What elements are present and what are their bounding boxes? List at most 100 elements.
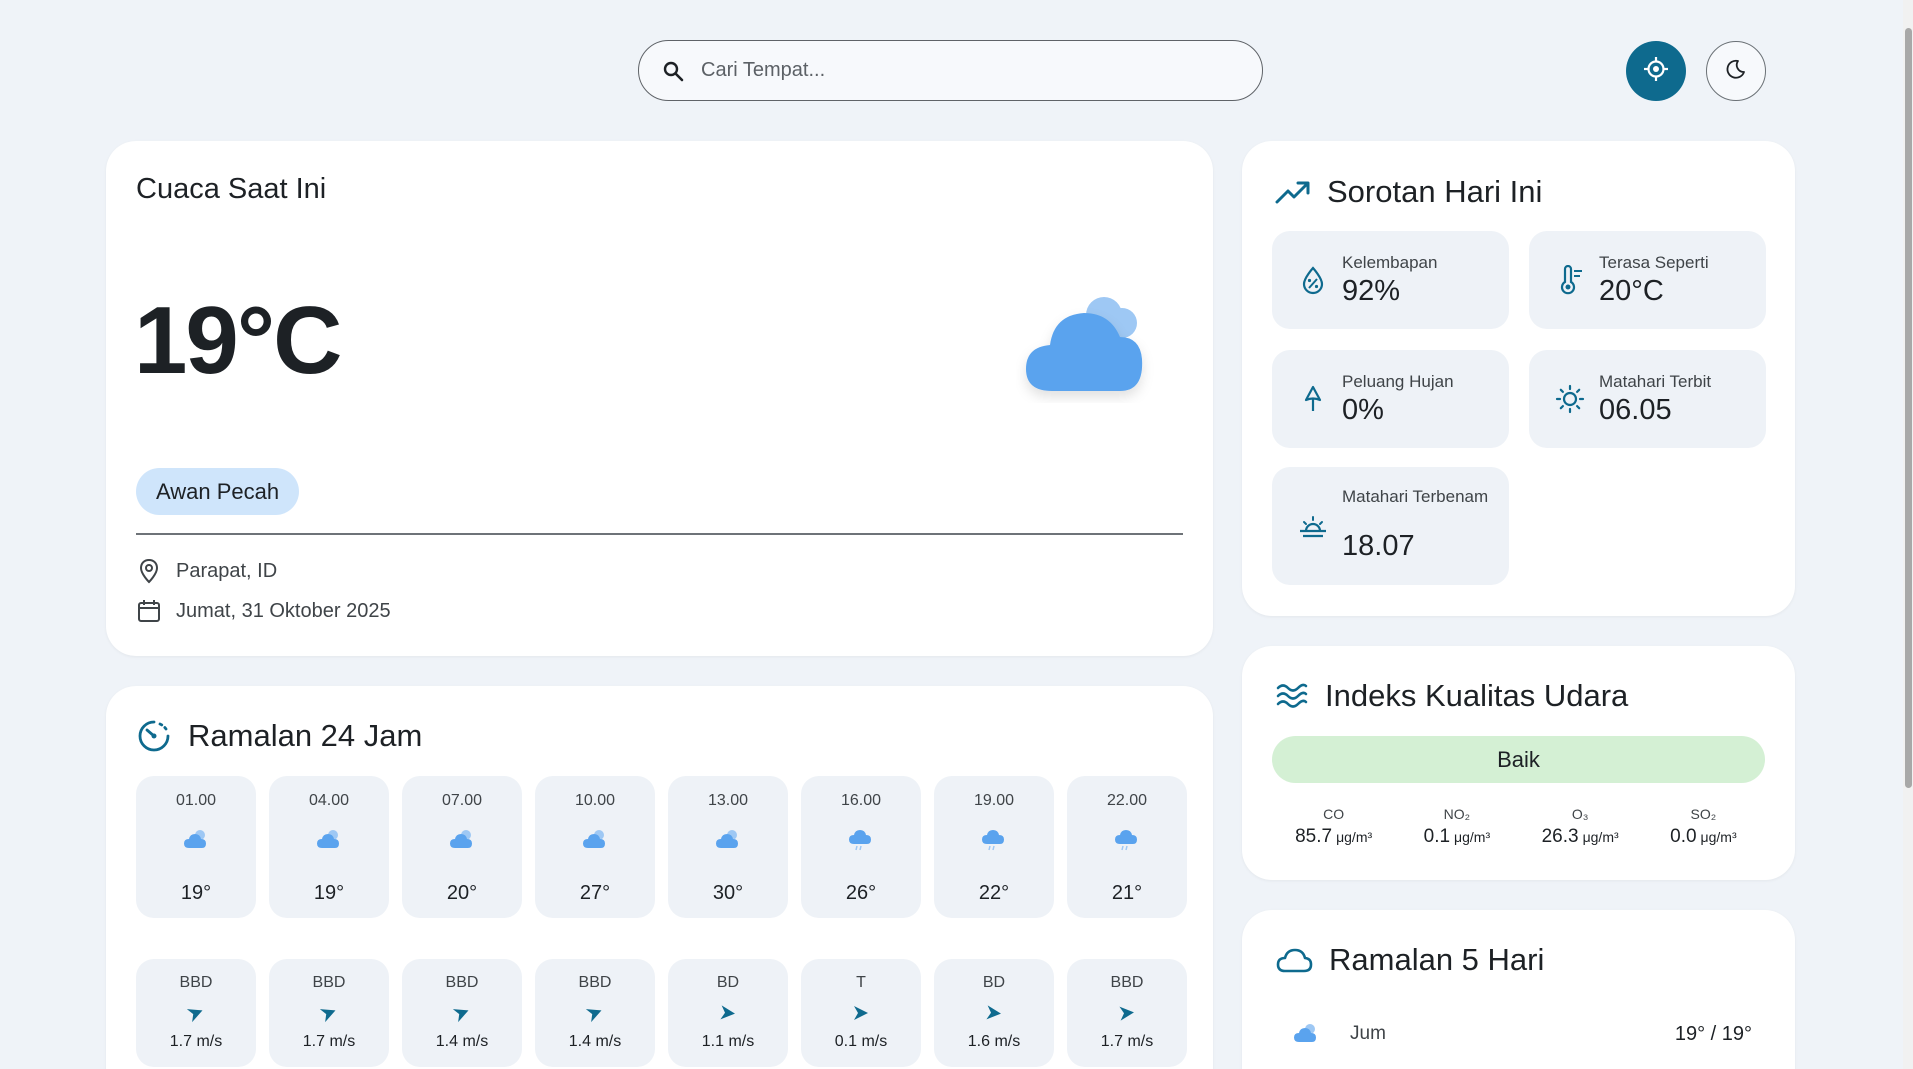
search-input[interactable]: [701, 59, 1262, 82]
air-quality-card: Indeks Kualitas Udara Baik CO 85.7 μg/m³ …: [1242, 646, 1795, 880]
hour-temp: 21°: [1111, 882, 1143, 904]
rain-chance-tile: Peluang Hujan 0%: [1272, 350, 1509, 448]
humidity-tile: Kelembapan 92%: [1272, 231, 1509, 329]
hour-label: 04.00: [308, 792, 350, 809]
highlights-title: Sorotan Hari Ini: [1327, 174, 1543, 209]
hour-temp: 19°: [313, 882, 345, 904]
five-day-forecast-card: Ramalan 5 Hari Jum 19° / 19°: [1242, 910, 1795, 1069]
pollutant-unit: μg/m³: [1582, 829, 1619, 845]
wind-direction: BBD: [312, 974, 346, 991]
date-text: Jumat, 31 Oktober 2025: [176, 599, 391, 622]
hourly-temp-item: 01.00 19°: [136, 776, 256, 918]
wind-arrow-icon: [585, 1009, 602, 1023]
wind-arrow-icon: [854, 1006, 868, 1020]
hour-label: 16.00: [840, 792, 882, 809]
clock-refresh-icon: [136, 718, 172, 754]
hourly-temp-item: 16.00 26°: [801, 776, 921, 918]
hourly-temp-item: 10.00 27°: [535, 776, 655, 918]
pollutant-list: CO 85.7 μg/m³ NO₂ 0.1 μg/m³ O₃ 26.3 μg/m³ S…: [1272, 806, 1765, 848]
pollutant-unit: μg/m³: [1700, 829, 1737, 845]
hourly-temp-item: 13.00 30°: [668, 776, 788, 918]
sun-icon: [1555, 384, 1585, 414]
wind-arrow-icon: [319, 1009, 336, 1023]
date-row: Jumat, 31 Oktober 2025: [136, 598, 391, 624]
hourly-forecast-header: Ramalan 24 Jam: [136, 718, 422, 754]
hourly-wind-row: BBD 1.7 m/s BBD 1.7 m/s BBD 1.4 m/s BBD …: [136, 959, 1187, 1067]
sunset-label: Matahari Terbenam: [1342, 487, 1489, 506]
current-location-button[interactable]: [1626, 41, 1686, 101]
hour-temp: 30°: [712, 882, 744, 904]
wind-speed: 1.4 m/s: [568, 1033, 622, 1050]
hour-label: 22.00: [1106, 792, 1148, 809]
hourly-temp-item: 22.00 21°: [1067, 776, 1187, 918]
sunrise-label: Matahari Terbit: [1599, 372, 1712, 391]
feels-like-label: Terasa Seperti: [1599, 253, 1709, 272]
aqi-status-badge: Baik: [1272, 736, 1765, 783]
location-text: Parapat, ID: [176, 559, 278, 582]
pollutant-value: 26.3: [1541, 826, 1579, 847]
wind-direction: T: [856, 974, 866, 991]
cloud-icon: [1294, 1024, 1316, 1042]
pollutant-value: 85.7: [1295, 826, 1333, 847]
hourly-temp-row: 01.00 19° 04.00 19° 07.00 20° 10.00 27° …: [136, 776, 1187, 918]
pollutant-name: NO₂: [1443, 806, 1471, 822]
sunrise-tile: Matahari Terbit 06.05: [1529, 350, 1766, 448]
hourly-wind-item: BBD 1.7 m/s: [269, 959, 389, 1067]
calendar-icon: [136, 598, 162, 624]
condition-chip: Awan Pecah: [136, 468, 300, 515]
pollutant-name: O₃: [1571, 806, 1589, 822]
scrollbar-thumb[interactable]: [1905, 28, 1912, 788]
cloud-icon: [184, 830, 206, 848]
feels-like-tile: Terasa Seperti 20°C: [1529, 231, 1766, 329]
hour-label: 10.00: [574, 792, 616, 809]
air-quality-header: Indeks Kualitas Udara: [1275, 678, 1628, 714]
pollutant-name: CO: [1323, 806, 1345, 822]
wind-speed: 0.1 m/s: [834, 1033, 888, 1050]
wind-speed: 1.7 m/s: [1100, 1033, 1154, 1050]
dark-mode-toggle[interactable]: [1706, 41, 1766, 101]
cloud-icon: [450, 830, 472, 848]
air-waves-icon: [1275, 681, 1309, 711]
forecast-day-label: Jum: [1350, 1023, 1386, 1044]
sunrise-value: 06.05: [1599, 394, 1672, 426]
forecast-temp-range: 19° / 19°: [1674, 1022, 1752, 1045]
broken-clouds-icon: [1016, 273, 1166, 403]
wind-speed: 1.7 m/s: [302, 1033, 356, 1050]
sunset-tile: Matahari Terbenam 18.07: [1272, 467, 1509, 585]
wind-direction: BBD: [1110, 974, 1144, 991]
hour-temp: 26°: [845, 882, 877, 904]
feels-like-value: 20°C: [1599, 275, 1664, 307]
hourly-wind-item: BBD 1.7 m/s: [1067, 959, 1187, 1067]
hourly-wind-item: BD 1.6 m/s: [934, 959, 1054, 1067]
highlights-card: Sorotan Hari Ini Kelembapan 92% Terasa S…: [1242, 141, 1795, 616]
rain-chance-value: 0%: [1342, 394, 1384, 426]
hour-label: 01.00: [175, 792, 217, 809]
wind-direction: BD: [982, 974, 1006, 991]
light-rain-icon: [849, 830, 871, 851]
pollutant-value: 0.0: [1670, 826, 1697, 847]
pollutant-item: SO₂ 0.0 μg/m³: [1642, 806, 1765, 848]
wind-arrow-icon: [452, 1009, 469, 1023]
current-weather-title: Cuaca Saat Ini: [136, 173, 327, 205]
hourly-wind-item: BBD 1.4 m/s: [402, 959, 522, 1067]
light-rain-icon: [982, 830, 1004, 851]
trending-up-icon: [1275, 178, 1311, 206]
cloud-icon: [716, 830, 738, 848]
rain-chance-label: Peluang Hujan: [1342, 372, 1454, 391]
divider: [136, 533, 1183, 535]
location-row: Parapat, ID: [136, 558, 277, 584]
pollutant-name: SO₂: [1690, 806, 1717, 822]
hourly-forecast-card: Ramalan 24 Jam 01.00 19° 04.00 19° 07.00…: [106, 686, 1213, 1069]
air-quality-title: Indeks Kualitas Udara: [1325, 678, 1629, 713]
search-bar[interactable]: [638, 40, 1263, 101]
hour-label: 13.00: [707, 792, 749, 809]
hourly-wind-item: BBD 1.7 m/s: [136, 959, 256, 1067]
wind-direction: BBD: [578, 974, 612, 991]
hour-temp: 22°: [978, 882, 1010, 904]
thermometer-icon: [1560, 265, 1582, 295]
wind-speed: 1.4 m/s: [435, 1033, 489, 1050]
cloud-outline-icon: [1275, 945, 1313, 975]
pollutant-unit: μg/m³: [1454, 829, 1491, 845]
hour-temp: 20°: [446, 882, 478, 904]
wind-speed: 1.1 m/s: [701, 1033, 755, 1050]
